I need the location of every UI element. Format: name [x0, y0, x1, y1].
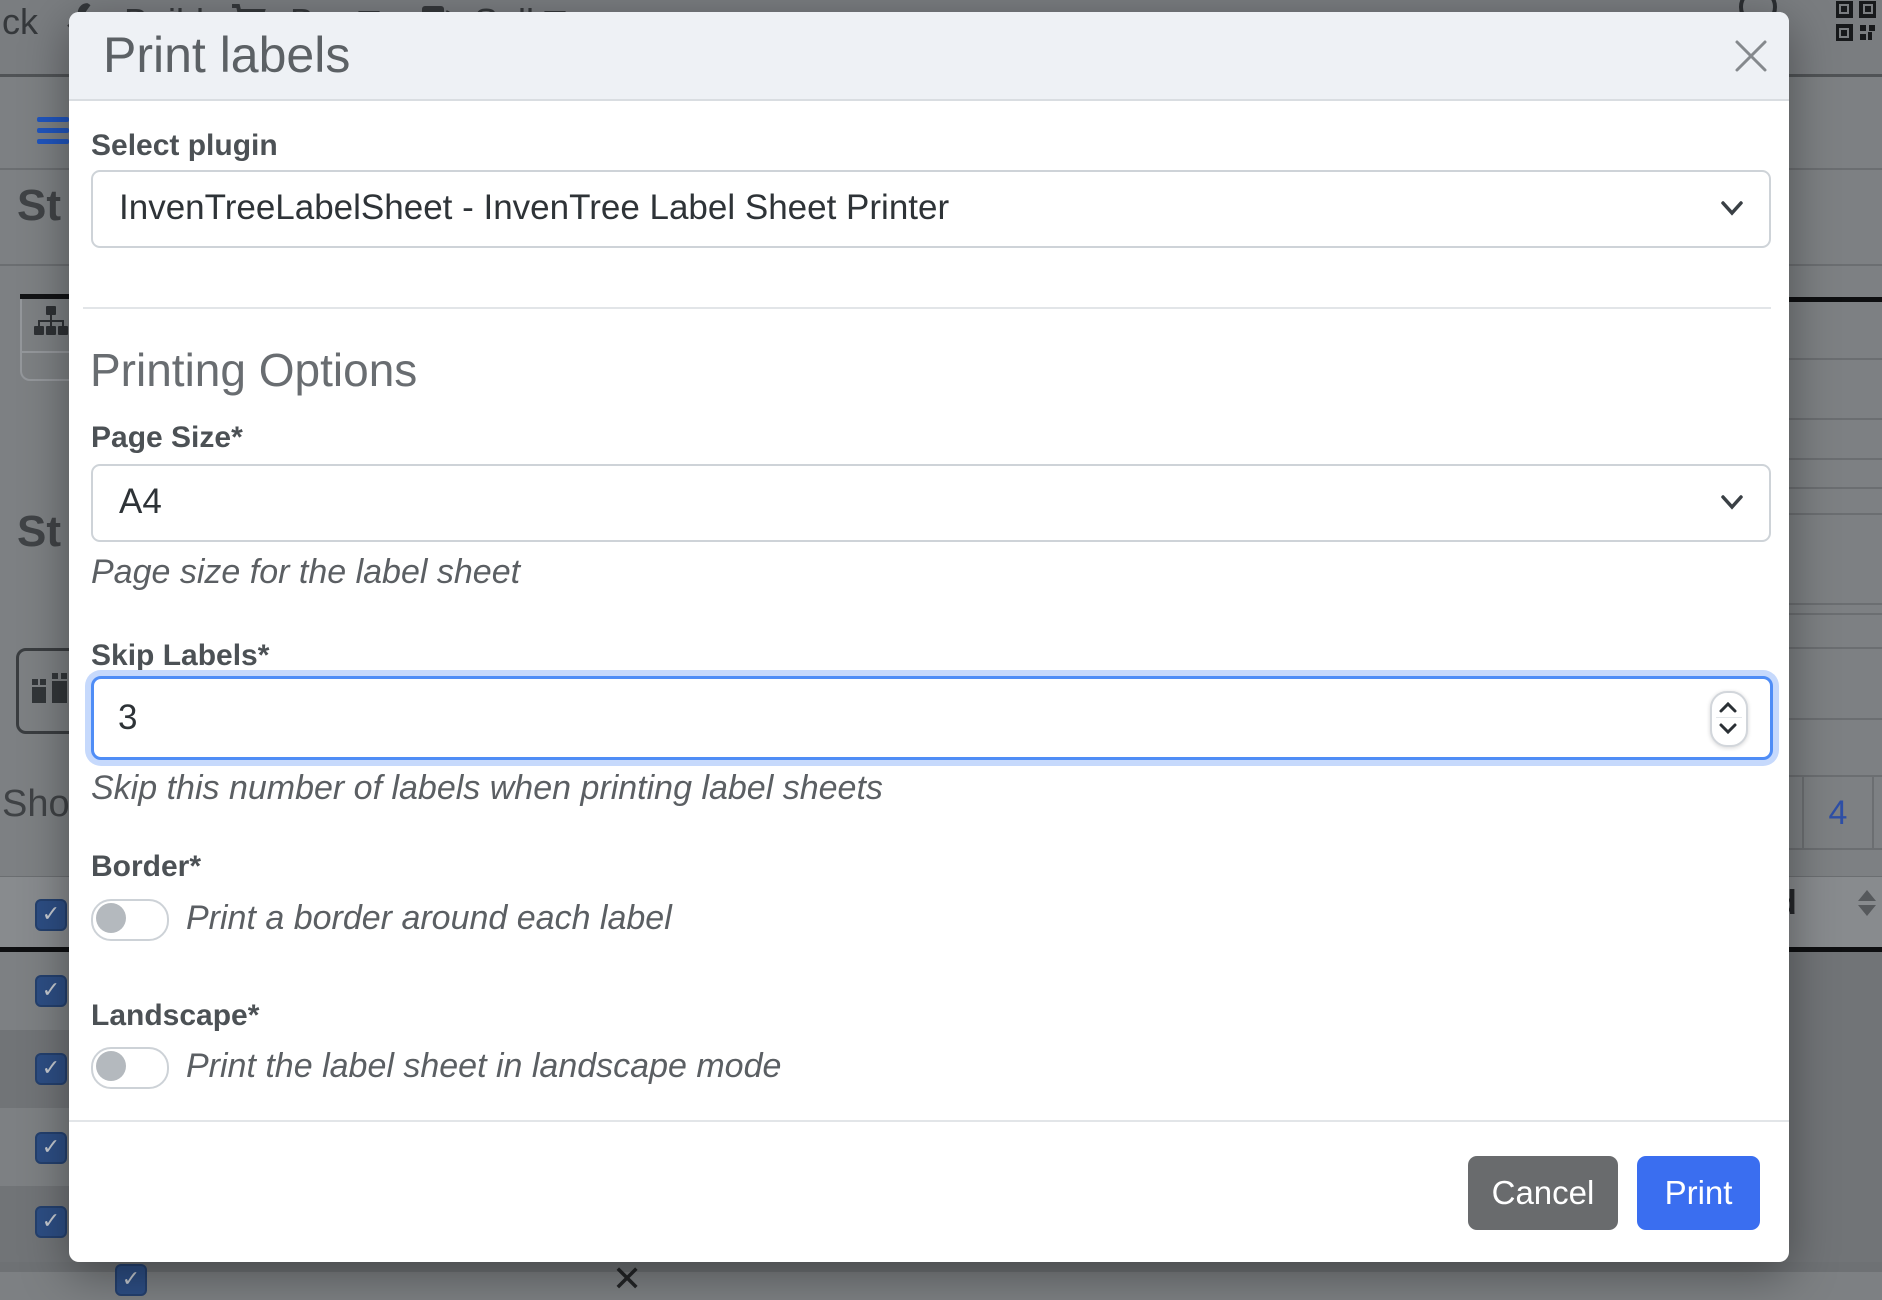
number-spinner[interactable]	[1710, 691, 1748, 747]
dialog-header: Print labels	[69, 12, 1789, 101]
border-toggle[interactable]	[91, 899, 169, 941]
row-line	[1789, 613, 1882, 615]
row-checkbox: ✓	[35, 1206, 67, 1238]
section-divider	[83, 307, 1771, 309]
chevron-down-icon	[1717, 487, 1747, 517]
printing-options-heading: Printing Options	[90, 342, 417, 398]
showing-text: Sho	[2, 783, 70, 825]
row-checkbox: ✓	[35, 975, 67, 1007]
row-line	[1789, 418, 1882, 420]
spinner-divider	[1716, 717, 1742, 718]
page-size-select[interactable]: A4	[91, 464, 1771, 542]
print-button[interactable]: Print	[1637, 1156, 1760, 1230]
row-line	[1789, 718, 1882, 720]
row-line	[1789, 513, 1882, 515]
row-line	[1789, 647, 1882, 649]
table-header-border-right	[1789, 297, 1882, 302]
hamburger-menu-icon	[37, 117, 69, 145]
row-line	[1789, 358, 1882, 360]
pagination-page-4: 4	[1802, 794, 1874, 833]
cancel-button[interactable]: Cancel	[1468, 1156, 1618, 1230]
border-help: Print a border around each label	[186, 896, 672, 940]
bottom-row-strip	[0, 1262, 1882, 1272]
skip-labels-label: Skip Labels*	[91, 638, 269, 674]
row-checkbox: ✓	[115, 1264, 147, 1296]
chevron-down-icon	[1717, 193, 1747, 223]
select-all-checkbox: ✓	[35, 899, 67, 931]
page-size-help: Page size for the label sheet	[91, 552, 520, 592]
row-x-icon: ✕	[612, 1258, 642, 1300]
toggle-knob	[96, 1051, 126, 1081]
stock-items-heading: St	[17, 508, 61, 556]
footer-divider	[69, 1120, 1789, 1122]
toggle-knob	[96, 903, 126, 933]
landscape-help: Print the label sheet in landscape mode	[186, 1044, 781, 1088]
row-checkbox: ✓	[35, 1132, 67, 1164]
spinner-up-icon[interactable]	[1718, 700, 1738, 714]
row-line	[1789, 458, 1882, 460]
plugin-label: Select plugin	[91, 128, 278, 164]
row-line	[1789, 487, 1882, 489]
sitemap-icon	[34, 306, 68, 347]
close-icon[interactable]	[1731, 36, 1771, 76]
page-size-label: Page Size*	[91, 420, 243, 456]
border-label: Border*	[91, 849, 201, 885]
dialog-title: Print labels	[103, 12, 350, 99]
stock-page-heading: St	[17, 182, 61, 230]
warehouse-icon	[28, 665, 74, 716]
skip-labels-input[interactable]	[94, 679, 1770, 757]
landscape-label: Landscape*	[91, 998, 259, 1034]
print-labels-dialog: Print labels Select plugin InvenTreeLabe…	[69, 12, 1789, 1262]
row-line	[1789, 603, 1882, 605]
landscape-toggle[interactable]	[91, 1047, 169, 1089]
row-checkbox: ✓	[35, 1053, 67, 1085]
barcode-scan-icon	[1836, 1, 1876, 46]
spinner-down-icon[interactable]	[1718, 722, 1738, 736]
plugin-select[interactable]: InvenTreeLabelSheet - InvenTree Label Sh…	[91, 170, 1771, 248]
row-line	[1789, 848, 1882, 850]
skip-labels-help: Skip this number of labels when printing…	[91, 768, 883, 808]
page-size-select-value: A4	[119, 466, 162, 538]
skip-labels-field	[91, 676, 1773, 760]
nav-stock-fragment: ck	[2, 2, 38, 42]
plugin-select-value: InvenTreeLabelSheet - InvenTree Label Sh…	[119, 172, 949, 244]
table-body-right	[1789, 952, 1882, 1272]
